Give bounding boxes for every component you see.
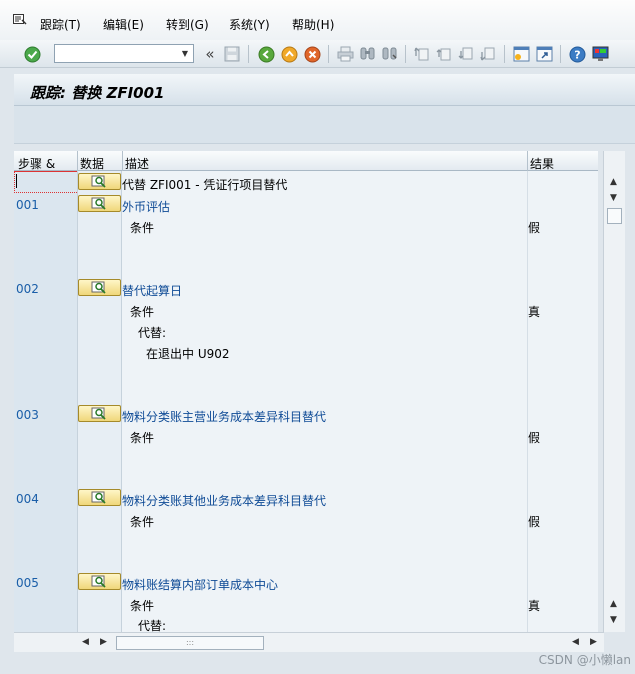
text-cursor bbox=[16, 174, 17, 188]
data-button-005[interactable] bbox=[78, 573, 121, 590]
detail-icon bbox=[91, 281, 106, 294]
cancel-icon[interactable] bbox=[302, 44, 322, 64]
result-005: 真 bbox=[528, 599, 541, 613]
header-desc[interactable]: 描述 bbox=[125, 155, 149, 172]
detail-icon bbox=[91, 575, 106, 588]
focus-indicator bbox=[14, 171, 77, 193]
data-button-002[interactable] bbox=[78, 279, 121, 296]
menu-bar: 跟踪(T) 编辑(E) 转到(G) 系统(Y) 帮助(H) bbox=[0, 0, 635, 40]
cond-004: 条件 bbox=[130, 515, 155, 529]
print-icon[interactable] bbox=[335, 44, 355, 64]
horizontal-scroll-thumb[interactable]: ::: bbox=[116, 636, 264, 650]
watermark: CSDN @小懒lan bbox=[538, 653, 631, 667]
scroll-right-icon[interactable]: ▶ bbox=[100, 637, 107, 647]
scroll-right-end-icon[interactable]: ▶ bbox=[590, 637, 597, 647]
prev-page-icon[interactable] bbox=[434, 44, 454, 64]
trace-table: 步骤 & 数据 描述 结果 代替 ZFI001 - 凭证行项目替代 001 外币… bbox=[14, 151, 598, 632]
back-icon[interactable] bbox=[256, 44, 276, 64]
menu-help[interactable]: 帮助(H) bbox=[292, 16, 334, 33]
desc-001[interactable]: 外币评估 bbox=[122, 198, 170, 215]
step-005[interactable]: 005 bbox=[16, 576, 39, 590]
scroll-up-icon[interactable]: ▲ bbox=[610, 177, 617, 187]
result-001: 假 bbox=[528, 221, 541, 235]
detail-icon bbox=[91, 197, 106, 210]
find-icon[interactable] bbox=[357, 44, 377, 64]
application-toolbar bbox=[14, 106, 635, 144]
menu-icon[interactable] bbox=[13, 14, 27, 26]
customize-icon[interactable] bbox=[590, 44, 610, 64]
header-step[interactable]: 步骤 & bbox=[18, 155, 55, 172]
result-002: 真 bbox=[528, 305, 541, 319]
desc-003[interactable]: 物料分类账主营业务成本差异科目替代 bbox=[122, 408, 326, 425]
command-field[interactable]: ▼ bbox=[54, 44, 194, 63]
header-data[interactable]: 数据 bbox=[80, 155, 104, 172]
horizontal-scrollbar[interactable]: ◀ ▶ ::: ◀ ▶ bbox=[14, 632, 604, 652]
new-session-icon[interactable] bbox=[511, 44, 531, 64]
desc-004[interactable]: 物料分类账其他业务成本差异科目替代 bbox=[122, 492, 326, 509]
vertical-scroll-thumb[interactable] bbox=[607, 208, 622, 224]
data-button-003[interactable] bbox=[78, 405, 121, 422]
desc-002[interactable]: 替代起算日 bbox=[122, 282, 182, 299]
save-icon[interactable] bbox=[222, 44, 242, 64]
svg-text:?: ? bbox=[574, 48, 580, 61]
substitution-002: 代替: bbox=[138, 326, 167, 340]
step-002[interactable]: 002 bbox=[16, 282, 39, 296]
last-page-icon[interactable] bbox=[478, 44, 498, 64]
table-header: 步骤 & 数据 描述 结果 bbox=[14, 151, 598, 171]
detail-icon bbox=[91, 407, 106, 420]
exit-icon[interactable] bbox=[279, 44, 299, 64]
menu-system[interactable]: 系统(Y) bbox=[229, 16, 270, 33]
detail-icon bbox=[91, 175, 106, 188]
step-001[interactable]: 001 bbox=[16, 198, 39, 212]
data-button-root[interactable] bbox=[78, 173, 121, 190]
substitution-005: 代替: bbox=[138, 619, 167, 632]
header-result[interactable]: 结果 bbox=[530, 155, 554, 172]
check-icon[interactable] bbox=[22, 44, 42, 64]
cond-005: 条件 bbox=[130, 599, 155, 613]
scroll-down-icon[interactable]: ▼ bbox=[610, 193, 617, 203]
title-bar: 跟踪: 替换 ZFI001 bbox=[14, 74, 635, 106]
exit-002: 在退出中 U902 bbox=[146, 347, 230, 361]
data-button-001[interactable] bbox=[78, 195, 121, 212]
scroll-up-bottom-icon[interactable]: ▲ bbox=[610, 599, 617, 609]
shortcut-icon[interactable] bbox=[534, 44, 554, 64]
scroll-left-icon[interactable]: ◀ bbox=[82, 637, 89, 647]
next-page-icon[interactable] bbox=[456, 44, 476, 64]
chevron-down-icon[interactable]: ▼ bbox=[177, 45, 193, 62]
result-003: 假 bbox=[528, 431, 541, 445]
cond-001: 条件 bbox=[130, 221, 155, 235]
step-003[interactable]: 003 bbox=[16, 408, 39, 422]
menu-goto[interactable]: 转到(G) bbox=[166, 16, 209, 33]
detail-icon bbox=[91, 491, 106, 504]
menu-edit[interactable]: 编辑(E) bbox=[103, 16, 144, 33]
vertical-scrollbar[interactable]: ▲ ▼ ▲ ▼ bbox=[603, 151, 625, 632]
first-page-icon[interactable] bbox=[412, 44, 432, 64]
desc-005[interactable]: 物料账结算内部订单成本中心 bbox=[122, 576, 278, 593]
cond-002: 条件 bbox=[130, 305, 155, 319]
scroll-down-bottom-icon[interactable]: ▼ bbox=[610, 615, 617, 625]
cond-003: 条件 bbox=[130, 431, 155, 445]
scroll-left-end-icon[interactable]: ◀ bbox=[572, 637, 579, 647]
find-next-icon[interactable] bbox=[379, 44, 399, 64]
page-title: 跟踪: 替换 ZFI001 bbox=[30, 84, 165, 102]
collapse-icon[interactable]: « bbox=[200, 44, 220, 64]
step-004[interactable]: 004 bbox=[16, 492, 39, 506]
menu-trace[interactable]: 跟踪(T) bbox=[40, 16, 81, 33]
data-button-004[interactable] bbox=[78, 489, 121, 506]
result-004: 假 bbox=[528, 515, 541, 529]
root-description: 代替 ZFI001 - 凭证行项目替代 bbox=[122, 178, 288, 192]
help-icon[interactable]: ? bbox=[567, 44, 587, 64]
